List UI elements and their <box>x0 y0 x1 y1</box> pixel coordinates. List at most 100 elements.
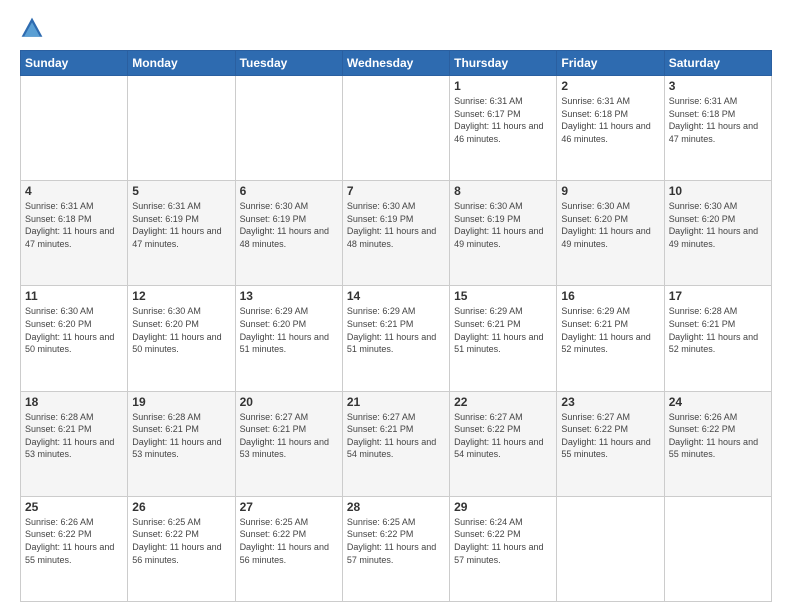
day-info: Sunrise: 6:25 AM Sunset: 6:22 PM Dayligh… <box>240 516 338 566</box>
day-number: 22 <box>454 395 552 409</box>
day-number: 10 <box>669 184 767 198</box>
day-number: 21 <box>347 395 445 409</box>
calendar-cell: 4 Sunrise: 6:31 AM Sunset: 6:18 PM Daylig… <box>21 181 128 286</box>
day-number: 3 <box>669 79 767 93</box>
day-info: Sunrise: 6:26 AM Sunset: 6:22 PM Dayligh… <box>25 516 123 566</box>
day-header-monday: Monday <box>128 51 235 76</box>
day-info: Sunrise: 6:29 AM Sunset: 6:21 PM Dayligh… <box>561 305 659 355</box>
calendar-week-row: 25 Sunrise: 6:26 AM Sunset: 6:22 PM Dayli… <box>21 496 772 601</box>
day-info: Sunrise: 6:30 AM Sunset: 6:19 PM Dayligh… <box>347 200 445 250</box>
calendar-cell: 24 Sunrise: 6:26 AM Sunset: 6:22 PM Dayli… <box>664 391 771 496</box>
calendar-cell: 19Sunrise: 6:28 AM Sunset: 6:21 PM Dayli… <box>128 391 235 496</box>
day-info: Sunrise: 6:31 AM Sunset: 6:18 PM Dayligh… <box>669 95 767 145</box>
day-info: Sunrise: 6:27 AM Sunset: 6:21 PM Dayligh… <box>347 411 445 461</box>
day-number: 13 <box>240 289 338 303</box>
day-info: Sunrise: 6:25 AM Sunset: 6:22 PM Dayligh… <box>132 516 230 566</box>
day-number: 8 <box>454 184 552 198</box>
day-number: 16 <box>561 289 659 303</box>
calendar-cell <box>664 496 771 601</box>
calendar-cell <box>342 76 449 181</box>
calendar-cell: 7Sunrise: 6:30 AM Sunset: 6:19 PM Daylig… <box>342 181 449 286</box>
calendar-cell: 5 Sunrise: 6:31 AM Sunset: 6:19 PM Daylig… <box>128 181 235 286</box>
day-number: 15 <box>454 289 552 303</box>
day-number: 23 <box>561 395 659 409</box>
day-info: Sunrise: 6:27 AM Sunset: 6:22 PM Dayligh… <box>454 411 552 461</box>
day-number: 27 <box>240 500 338 514</box>
day-number: 5 <box>132 184 230 198</box>
calendar-cell <box>21 76 128 181</box>
calendar-cell: 6 Sunrise: 6:30 AM Sunset: 6:19 PM Daylig… <box>235 181 342 286</box>
day-header-thursday: Thursday <box>450 51 557 76</box>
day-info: Sunrise: 6:26 AM Sunset: 6:22 PM Dayligh… <box>669 411 767 461</box>
day-info: Sunrise: 6:31 AM Sunset: 6:19 PM Dayligh… <box>132 200 230 250</box>
calendar-cell: 18Sunrise: 6:28 AM Sunset: 6:21 PM Dayli… <box>21 391 128 496</box>
calendar-week-row: 18Sunrise: 6:28 AM Sunset: 6:21 PM Dayli… <box>21 391 772 496</box>
calendar-cell <box>235 76 342 181</box>
calendar-cell: 10 Sunrise: 6:30 AM Sunset: 6:20 PM Dayli… <box>664 181 771 286</box>
calendar-week-row: 4 Sunrise: 6:31 AM Sunset: 6:18 PM Daylig… <box>21 181 772 286</box>
day-info: Sunrise: 6:30 AM Sunset: 6:19 PM Dayligh… <box>454 200 552 250</box>
day-number: 20 <box>240 395 338 409</box>
day-info: Sunrise: 6:30 AM Sunset: 6:20 PM Dayligh… <box>669 200 767 250</box>
calendar-cell: 2Sunrise: 6:31 AM Sunset: 6:18 PM Daylig… <box>557 76 664 181</box>
day-number: 14 <box>347 289 445 303</box>
calendar-cell: 9 Sunrise: 6:30 AM Sunset: 6:20 PM Daylig… <box>557 181 664 286</box>
calendar-cell: 21 Sunrise: 6:27 AM Sunset: 6:21 PM Dayli… <box>342 391 449 496</box>
calendar-cell: 15Sunrise: 6:29 AM Sunset: 6:21 PM Dayli… <box>450 286 557 391</box>
calendar-cell: 27 Sunrise: 6:25 AM Sunset: 6:22 PM Dayli… <box>235 496 342 601</box>
day-header-friday: Friday <box>557 51 664 76</box>
day-number: 1 <box>454 79 552 93</box>
day-info: Sunrise: 6:29 AM Sunset: 6:21 PM Dayligh… <box>347 305 445 355</box>
calendar-cell: 29Sunrise: 6:24 AM Sunset: 6:22 PM Dayli… <box>450 496 557 601</box>
day-number: 9 <box>561 184 659 198</box>
calendar-cell: 20 Sunrise: 6:27 AM Sunset: 6:21 PM Dayli… <box>235 391 342 496</box>
day-header-saturday: Saturday <box>664 51 771 76</box>
day-info: Sunrise: 6:28 AM Sunset: 6:21 PM Dayligh… <box>25 411 123 461</box>
day-info: Sunrise: 6:27 AM Sunset: 6:21 PM Dayligh… <box>240 411 338 461</box>
day-number: 26 <box>132 500 230 514</box>
calendar-cell: 25 Sunrise: 6:26 AM Sunset: 6:22 PM Dayli… <box>21 496 128 601</box>
day-info: Sunrise: 6:29 AM Sunset: 6:20 PM Dayligh… <box>240 305 338 355</box>
day-number: 6 <box>240 184 338 198</box>
day-number: 4 <box>25 184 123 198</box>
day-info: Sunrise: 6:24 AM Sunset: 6:22 PM Dayligh… <box>454 516 552 566</box>
page: SundayMondayTuesdayWednesdayThursdayFrid… <box>0 0 792 612</box>
calendar-cell: 3 Sunrise: 6:31 AM Sunset: 6:18 PM Daylig… <box>664 76 771 181</box>
logo-icon <box>20 16 44 40</box>
calendar-cell: 23 Sunrise: 6:27 AM Sunset: 6:22 PM Dayli… <box>557 391 664 496</box>
logo <box>20 16 48 40</box>
day-info: Sunrise: 6:25 AM Sunset: 6:22 PM Dayligh… <box>347 516 445 566</box>
day-number: 24 <box>669 395 767 409</box>
calendar-cell: 11 Sunrise: 6:30 AM Sunset: 6:20 PM Dayli… <box>21 286 128 391</box>
day-number: 28 <box>347 500 445 514</box>
calendar-cell: 16 Sunrise: 6:29 AM Sunset: 6:21 PM Dayli… <box>557 286 664 391</box>
calendar-table: SundayMondayTuesdayWednesdayThursdayFrid… <box>20 50 772 602</box>
calendar-week-row: 11 Sunrise: 6:30 AM Sunset: 6:20 PM Dayli… <box>21 286 772 391</box>
day-number: 25 <box>25 500 123 514</box>
day-info: Sunrise: 6:31 AM Sunset: 6:17 PM Dayligh… <box>454 95 552 145</box>
day-header-sunday: Sunday <box>21 51 128 76</box>
calendar-cell: 14 Sunrise: 6:29 AM Sunset: 6:21 PM Dayli… <box>342 286 449 391</box>
calendar-cell: 1 Sunrise: 6:31 AM Sunset: 6:17 PM Daylig… <box>450 76 557 181</box>
day-info: Sunrise: 6:31 AM Sunset: 6:18 PM Dayligh… <box>25 200 123 250</box>
calendar-cell: 13 Sunrise: 6:29 AM Sunset: 6:20 PM Dayli… <box>235 286 342 391</box>
day-info: Sunrise: 6:30 AM Sunset: 6:20 PM Dayligh… <box>132 305 230 355</box>
day-info: Sunrise: 6:30 AM Sunset: 6:19 PM Dayligh… <box>240 200 338 250</box>
day-info: Sunrise: 6:28 AM Sunset: 6:21 PM Dayligh… <box>132 411 230 461</box>
header <box>20 16 772 40</box>
day-number: 17 <box>669 289 767 303</box>
day-info: Sunrise: 6:31 AM Sunset: 6:18 PM Dayligh… <box>561 95 659 145</box>
calendar-cell: 17Sunrise: 6:28 AM Sunset: 6:21 PM Dayli… <box>664 286 771 391</box>
day-info: Sunrise: 6:30 AM Sunset: 6:20 PM Dayligh… <box>25 305 123 355</box>
day-info: Sunrise: 6:30 AM Sunset: 6:20 PM Dayligh… <box>561 200 659 250</box>
day-number: 12 <box>132 289 230 303</box>
day-header-tuesday: Tuesday <box>235 51 342 76</box>
calendar-cell: 12 Sunrise: 6:30 AM Sunset: 6:20 PM Dayli… <box>128 286 235 391</box>
calendar-cell: 22 Sunrise: 6:27 AM Sunset: 6:22 PM Dayli… <box>450 391 557 496</box>
calendar-cell: 26 Sunrise: 6:25 AM Sunset: 6:22 PM Dayli… <box>128 496 235 601</box>
day-header-wednesday: Wednesday <box>342 51 449 76</box>
calendar-cell <box>557 496 664 601</box>
day-number: 11 <box>25 289 123 303</box>
day-info: Sunrise: 6:27 AM Sunset: 6:22 PM Dayligh… <box>561 411 659 461</box>
calendar-cell <box>128 76 235 181</box>
